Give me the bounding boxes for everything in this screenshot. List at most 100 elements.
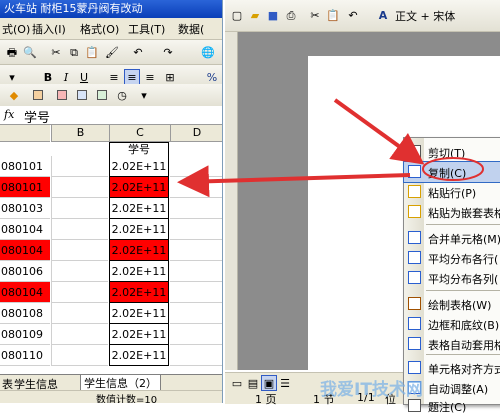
cell-b-2[interactable]: [51, 177, 108, 198]
col-header-c[interactable]: C: [109, 125, 170, 142]
diamond-icon[interactable]: ◆: [6, 87, 22, 103]
menu-data[interactable]: 数据(: [178, 21, 204, 37]
context-menu-item-1[interactable]: 剪切(T): [404, 142, 500, 162]
cell-c-1[interactable]: 2.02E+11: [109, 156, 169, 177]
cell-d-5[interactable]: [170, 240, 222, 261]
cell-b-5[interactable]: [51, 240, 108, 261]
cell-b-9[interactable]: [51, 324, 108, 345]
new-doc-icon[interactable]: ▢: [229, 7, 245, 23]
menu-tools[interactable]: 工具(T): [128, 21, 165, 37]
context-menu-item-11[interactable]: 单元格对齐方式: [404, 358, 500, 378]
cell-c-6[interactable]: 2.02E+11: [109, 261, 169, 282]
preview-icon[interactable]: 🔍: [22, 44, 38, 60]
context-menu-item-9[interactable]: 边框和底纹(B): [404, 314, 500, 334]
cell-d-8[interactable]: [170, 303, 222, 324]
chart-icon[interactable]: [94, 87, 110, 103]
menu-format[interactable]: 格式(O): [80, 21, 119, 37]
cell-c-5[interactable]: 2.02E+11: [109, 240, 169, 261]
insert-sheet-icon[interactable]: [54, 87, 70, 103]
open-icon[interactable]: ▰: [247, 7, 263, 23]
cell-b-1[interactable]: [51, 156, 108, 177]
cell-a-9[interactable]: 080109: [0, 324, 50, 345]
cell-c-2[interactable]: 2.02E+11: [109, 177, 169, 198]
percent-button[interactable]: %: [204, 69, 220, 85]
word-undo-icon[interactable]: ↶: [345, 7, 361, 23]
cell-a-10[interactable]: 080110: [0, 345, 50, 366]
save-icon[interactable]: ■: [265, 7, 281, 23]
cell-c-9[interactable]: 2.02E+11: [109, 324, 169, 345]
word-cut-icon[interactable]: ✂: [307, 7, 323, 23]
print-layout-icon[interactable]: ▣: [261, 375, 277, 391]
col-header-d[interactable]: D: [170, 125, 222, 142]
context-menu-item-4[interactable]: 粘贴为嵌套表格: [404, 202, 500, 222]
cell-a-5[interactable]: 080104: [0, 240, 50, 261]
font-size-dropdown[interactable]: ▾: [2, 69, 22, 85]
web-view-icon[interactable]: ▤: [245, 375, 261, 391]
cell-c-8[interactable]: 2.02E+11: [109, 303, 169, 324]
align-right-icon[interactable]: ≡: [142, 69, 158, 85]
cell-d-3[interactable]: [170, 198, 222, 219]
menu-format-partial[interactable]: 式(O): [2, 21, 30, 37]
cell-d-6[interactable]: [170, 261, 222, 282]
cell-d-7[interactable]: [170, 282, 222, 303]
print-preview-icon[interactable]: ⎙: [283, 7, 299, 23]
copy-icon[interactable]: ⧉: [66, 44, 82, 60]
cell-d-9[interactable]: [170, 324, 222, 345]
context-menu-item-6[interactable]: 平均分布各行(: [404, 248, 500, 268]
cell-a-1[interactable]: 080101: [0, 156, 50, 177]
cell-a-3[interactable]: 080103: [0, 198, 50, 219]
style-dropdown[interactable]: 正文 + 宋体: [395, 8, 455, 24]
context-menu-item-2[interactable]: 复制(C): [403, 161, 500, 183]
merge-center-icon[interactable]: ⊞: [162, 69, 178, 85]
cell-a-8[interactable]: 080108: [0, 303, 50, 324]
clock-icon[interactable]: ◷: [114, 87, 130, 103]
cell-b-6[interactable]: [51, 261, 108, 282]
cell-d-10[interactable]: [170, 345, 222, 366]
paste-icon[interactable]: 📋: [84, 44, 100, 60]
cell-a-4[interactable]: 080104: [0, 219, 50, 240]
align-center-icon[interactable]: ≡: [124, 69, 140, 85]
cell-d-2[interactable]: [170, 177, 222, 198]
align-left-icon[interactable]: ≡: [106, 69, 122, 85]
context-menu-item-8[interactable]: 绘制表格(W): [404, 294, 500, 314]
col-header-b[interactable]: B: [51, 125, 109, 142]
cell-a-2[interactable]: 080101: [0, 177, 50, 198]
col-header-a[interactable]: [0, 125, 50, 142]
cell-d-4[interactable]: [170, 219, 222, 240]
cell-c-10[interactable]: 2.02E+11: [109, 345, 169, 366]
fx-label[interactable]: fx: [4, 108, 14, 121]
cell-b-4[interactable]: [51, 219, 108, 240]
cell-a-6[interactable]: 080106: [0, 261, 50, 282]
redo-icon[interactable]: ↷: [160, 44, 176, 60]
bold-button[interactable]: B: [40, 69, 56, 85]
cell-c-7[interactable]: 2.02E+11: [109, 282, 169, 303]
formula-value[interactable]: 学号: [24, 107, 50, 126]
context-menu-item-10[interactable]: 表格自动套用格: [404, 334, 500, 354]
cell-a-7[interactable]: 080104: [0, 282, 50, 303]
italic-button[interactable]: I: [58, 69, 74, 85]
table-icon[interactable]: [30, 87, 46, 103]
format-painter-icon[interactable]: 🖌: [104, 44, 120, 60]
undo-icon[interactable]: ↶: [130, 44, 146, 60]
outline-view-icon[interactable]: ☰: [277, 375, 293, 391]
print-icon[interactable]: 🖶: [4, 44, 20, 60]
cell-b-8[interactable]: [51, 303, 108, 324]
cut-icon[interactable]: ✂: [48, 44, 64, 60]
cell-b-7[interactable]: [51, 282, 108, 303]
cell-b-3[interactable]: [51, 198, 108, 219]
underline-button[interactable]: U: [76, 69, 92, 85]
toolbar-options-icon[interactable]: ▾: [136, 87, 152, 103]
normal-view-icon[interactable]: ▭: [229, 375, 245, 391]
cell-c-4[interactable]: 2.02E+11: [109, 219, 169, 240]
cell-d-1[interactable]: [170, 156, 222, 177]
context-menu-item-5[interactable]: 合并单元格(M): [404, 228, 500, 248]
cell-c-header[interactable]: 学号: [109, 142, 169, 156]
hyperlink-icon[interactable]: 🌐: [200, 44, 216, 60]
context-menu-item-7[interactable]: 平均分布各列(: [404, 268, 500, 288]
context-menu-item-3[interactable]: 粘贴行(P): [404, 182, 500, 202]
styles-icon[interactable]: A: [375, 7, 391, 23]
word-paste-icon[interactable]: 📋: [325, 7, 341, 23]
cell-c-3[interactable]: 2.02E+11: [109, 198, 169, 219]
menu-insert[interactable]: 插入(I): [32, 21, 66, 37]
cell-b-10[interactable]: [51, 345, 108, 366]
